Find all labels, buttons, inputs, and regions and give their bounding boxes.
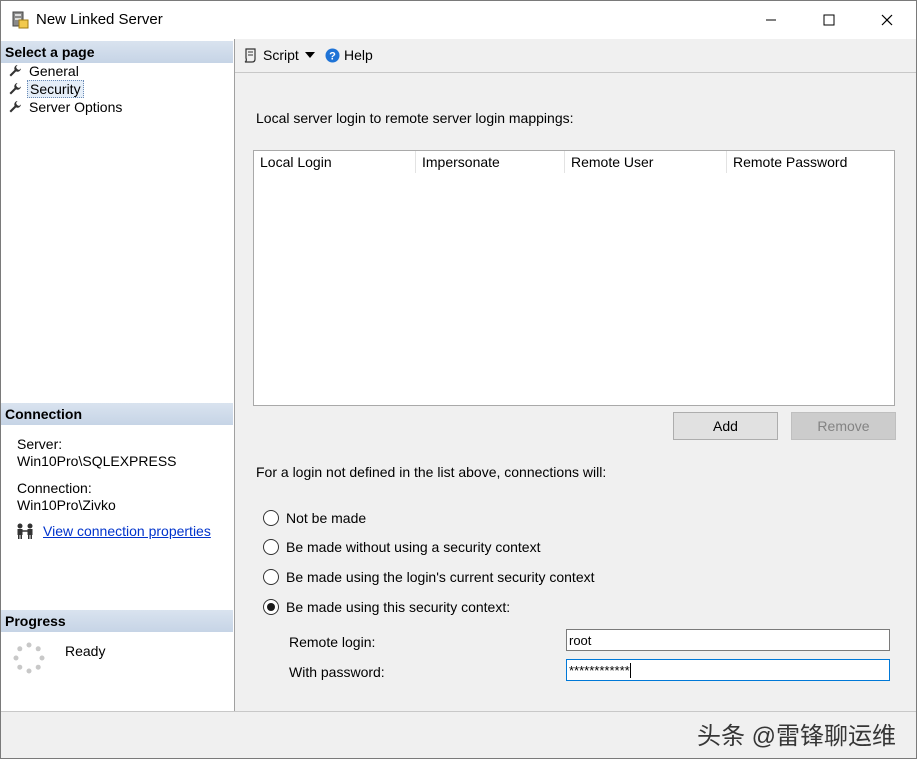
connection-label: Connection:: [17, 480, 92, 496]
wrench-icon: [9, 101, 21, 113]
maximize-icon: [823, 14, 835, 26]
bottom-button-bar: 头条 @雷锋聊运维: [1, 711, 916, 758]
radio-not-be-made[interactable]: [263, 510, 279, 526]
nav-item-general[interactable]: General: [8, 62, 81, 80]
option-current-security-context[interactable]: Be made using the login's current securi…: [263, 569, 595, 585]
title-bar: New Linked Server: [1, 1, 916, 39]
nav-item-server-options[interactable]: Server Options: [8, 98, 124, 116]
remote-login-value: root: [569, 633, 592, 648]
fallback-label: For a login not defined in the list abov…: [256, 464, 607, 480]
option-label: Be made without using a security context: [286, 539, 541, 555]
minimize-icon: [766, 19, 776, 21]
column-header-remote-password[interactable]: Remote Password: [727, 151, 894, 173]
text-caret: [629, 663, 631, 678]
nav-label-security: Security: [27, 80, 84, 98]
minimize-button[interactable]: [742, 1, 800, 39]
remote-login-label: Remote login:: [289, 634, 376, 650]
svg-text:?: ?: [329, 50, 336, 62]
option-label: Be made using this security context:: [286, 599, 511, 615]
script-dropdown[interactable]: [305, 52, 315, 58]
password-label: With password:: [289, 664, 385, 680]
connection-properties-icon: [17, 523, 33, 539]
toolbar: Script ? Help: [235, 39, 916, 73]
view-connection-properties-link[interactable]: View connection properties: [43, 523, 211, 539]
server-value: Win10Pro\SQLEXPRESS: [17, 453, 177, 469]
progress-status: Ready: [65, 643, 106, 659]
window-title: New Linked Server: [36, 11, 163, 28]
column-header-remote-user[interactable]: Remote User: [565, 151, 727, 173]
connection-value: Win10Pro\Zivko: [17, 497, 116, 513]
option-label: Be made using the login's current securi…: [286, 569, 595, 585]
connection-header: Connection: [1, 403, 233, 425]
server-label: Server:: [17, 436, 63, 452]
help-label: Help: [344, 47, 373, 63]
script-label: Script: [263, 47, 299, 63]
progress-header: Progress: [1, 610, 233, 632]
column-header-local-login[interactable]: Local Login: [254, 151, 416, 173]
help-button[interactable]: ? Help: [325, 47, 373, 63]
column-header-impersonate[interactable]: Impersonate: [416, 151, 565, 173]
radio-current-security-context[interactable]: [263, 569, 279, 585]
left-pane: Select a page General Security Server Op…: [1, 39, 235, 711]
right-pane: Script ? Help Local server login to remo…: [235, 39, 916, 711]
wrench-icon: [9, 65, 21, 77]
password-value: ************: [569, 663, 630, 678]
password-input[interactable]: ************: [566, 659, 890, 681]
option-not-be-made[interactable]: Not be made: [263, 510, 366, 526]
nav-label-general: General: [29, 63, 79, 79]
dropdown-arrow-icon: [305, 52, 315, 58]
dialog-window: New Linked Server Select a page General …: [0, 0, 917, 759]
remove-button[interactable]: Remove: [791, 412, 896, 440]
view-connection-properties[interactable]: View connection properties: [15, 522, 211, 540]
script-icon: [244, 47, 256, 63]
nav-label-server-options: Server Options: [29, 99, 123, 115]
login-mappings-grid[interactable]: Local Login Impersonate Remote User Remo…: [253, 150, 895, 406]
close-icon: [881, 14, 893, 26]
script-button[interactable]: Script: [243, 47, 299, 63]
radio-no-security-context[interactable]: [263, 539, 279, 555]
option-label: Not be made: [286, 510, 367, 526]
linked-server-icon: [12, 11, 29, 29]
close-button[interactable]: [858, 1, 916, 39]
watermark-text: 头条 @雷锋聊运维: [697, 723, 897, 750]
option-no-security-context[interactable]: Be made without using a security context: [263, 539, 540, 555]
progress-spinner-icon: [13, 642, 45, 674]
wrench-icon: [9, 83, 21, 95]
maximize-button[interactable]: [800, 1, 858, 39]
help-icon: ?: [325, 48, 340, 62]
radio-this-security-context[interactable]: [263, 599, 279, 615]
mappings-label: Local server login to remote server logi…: [256, 110, 574, 126]
remote-login-input[interactable]: root: [566, 629, 890, 651]
nav-item-security[interactable]: Security: [8, 80, 84, 98]
select-page-header: Select a page: [1, 41, 233, 63]
option-this-security-context[interactable]: Be made using this security context:: [263, 599, 510, 615]
add-button[interactable]: Add: [673, 412, 778, 440]
grid-header: Local Login Impersonate Remote User Remo…: [254, 151, 894, 173]
